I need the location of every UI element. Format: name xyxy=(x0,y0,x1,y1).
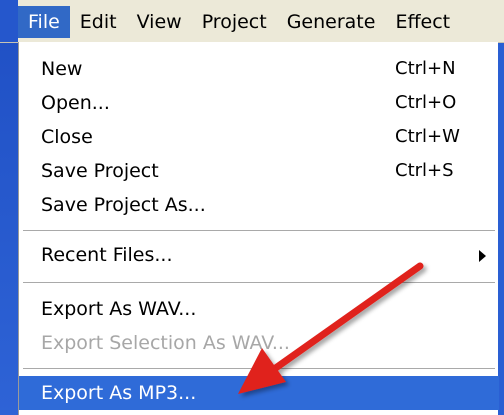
menu-item-label: Recent Files... xyxy=(41,244,173,266)
menu-item-open[interactable]: Open... Ctrl+O xyxy=(19,86,499,120)
menu-item-label: Close xyxy=(41,126,93,148)
menu-item-export-mp3[interactable]: Export As MP3... xyxy=(19,376,499,410)
menu-bar-items: File Edit View Project Generate Effect xyxy=(18,6,460,38)
menu-item-label: Export As WAV... xyxy=(41,298,197,320)
menu-item-label: Save Project xyxy=(41,160,159,182)
menu-generate[interactable]: Generate xyxy=(277,6,386,38)
menu-item-shortcut: Ctrl+N xyxy=(395,58,456,79)
menu-bar-frame xyxy=(0,0,18,42)
menu-item-shortcut: Ctrl+O xyxy=(395,92,457,113)
menu-item-label: Open... xyxy=(41,92,110,114)
menu-item-save-project[interactable]: Save Project Ctrl+S xyxy=(19,154,499,188)
file-menu-dropdown: New Ctrl+N Open... Ctrl+O Close Ctrl+W S… xyxy=(18,42,499,415)
menu-file[interactable]: File xyxy=(18,6,70,38)
window-frame-left xyxy=(0,0,18,415)
menu-bar: File Edit View Project Generate Effect xyxy=(0,0,504,43)
menu-item-shortcut: Ctrl+S xyxy=(395,160,454,181)
menu-item-label: New xyxy=(41,58,83,80)
menu-project[interactable]: Project xyxy=(192,6,277,38)
menu-edit[interactable]: Edit xyxy=(70,6,127,38)
menu-separator xyxy=(23,230,495,232)
menu-item-shortcut: Ctrl+W xyxy=(395,126,460,147)
menu-item-label: Export Selection As WAV... xyxy=(41,332,290,354)
screenshot: File Edit View Project Generate Effect N… xyxy=(0,0,504,415)
menu-effect[interactable]: Effect xyxy=(385,6,460,38)
menu-item-export-selection-wav: Export Selection As WAV... xyxy=(19,326,499,360)
menu-item-label: Save Project As... xyxy=(41,194,206,216)
menu-item-new[interactable]: New Ctrl+N xyxy=(19,52,499,86)
menu-separator xyxy=(23,368,495,370)
menu-item-save-project-as[interactable]: Save Project As... xyxy=(19,188,499,222)
menu-separator xyxy=(23,282,495,284)
menu-item-export-wav[interactable]: Export As WAV... xyxy=(19,292,499,326)
submenu-arrow-icon xyxy=(479,250,486,262)
menu-view[interactable]: View xyxy=(127,6,192,38)
menu-item-close[interactable]: Close Ctrl+W xyxy=(19,120,499,154)
menu-item-label: Export As MP3... xyxy=(41,382,197,404)
menu-item-recent-files[interactable]: Recent Files... xyxy=(19,238,499,272)
